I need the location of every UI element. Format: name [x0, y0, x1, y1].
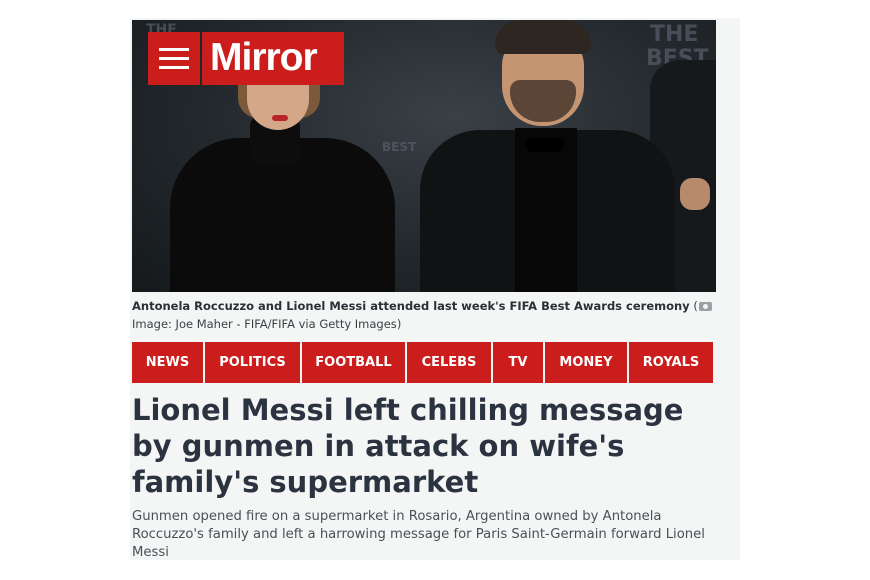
hamburger-menu-icon[interactable] [148, 32, 200, 85]
man-hair [495, 20, 591, 54]
bow-tie [526, 138, 564, 152]
camera-icon [698, 302, 712, 311]
nav-item-politics[interactable]: POLITICS [205, 342, 300, 383]
nav-item-football[interactable]: FOOTBALL [302, 342, 405, 383]
background-hand [680, 178, 710, 210]
woman-lips [272, 115, 288, 121]
nav-item-tv[interactable]: TV [493, 342, 543, 383]
nav-item-royals[interactable]: ROYALS [629, 342, 713, 383]
nav-item-celebs[interactable]: CELEBS [407, 342, 491, 383]
man-shirt [515, 128, 577, 292]
article-container: THE BEST THE BEST Mirror Antonela Roccuz… [130, 18, 740, 560]
hero-image[interactable]: THE BEST THE BEST Mirror [132, 20, 716, 292]
brand-name: Mirror [210, 36, 318, 79]
article-standfirst: Gunmen opened fire on a supermarket in R… [132, 509, 705, 560]
mirror-logo[interactable]: Mirror [202, 32, 344, 85]
site-header: Mirror [148, 32, 344, 85]
backdrop-text: THE [650, 22, 699, 47]
caption-credit: Image: Joe Maher - FIFA/FIFA via Getty I… [132, 317, 397, 331]
article-headline: Lionel Messi left chilling message by gu… [132, 393, 684, 499]
section-nav: NEWS POLITICS FOOTBALL CELEBS TV MONEY R… [132, 342, 713, 383]
nav-item-money[interactable]: MONEY [545, 342, 627, 383]
caption-text: Antonela Roccuzzo and Lionel Messi atten… [132, 299, 690, 313]
nav-item-news[interactable]: NEWS [132, 342, 203, 383]
backdrop-text: BEST [382, 140, 417, 154]
image-caption: Antonela Roccuzzo and Lionel Messi atten… [132, 297, 722, 333]
